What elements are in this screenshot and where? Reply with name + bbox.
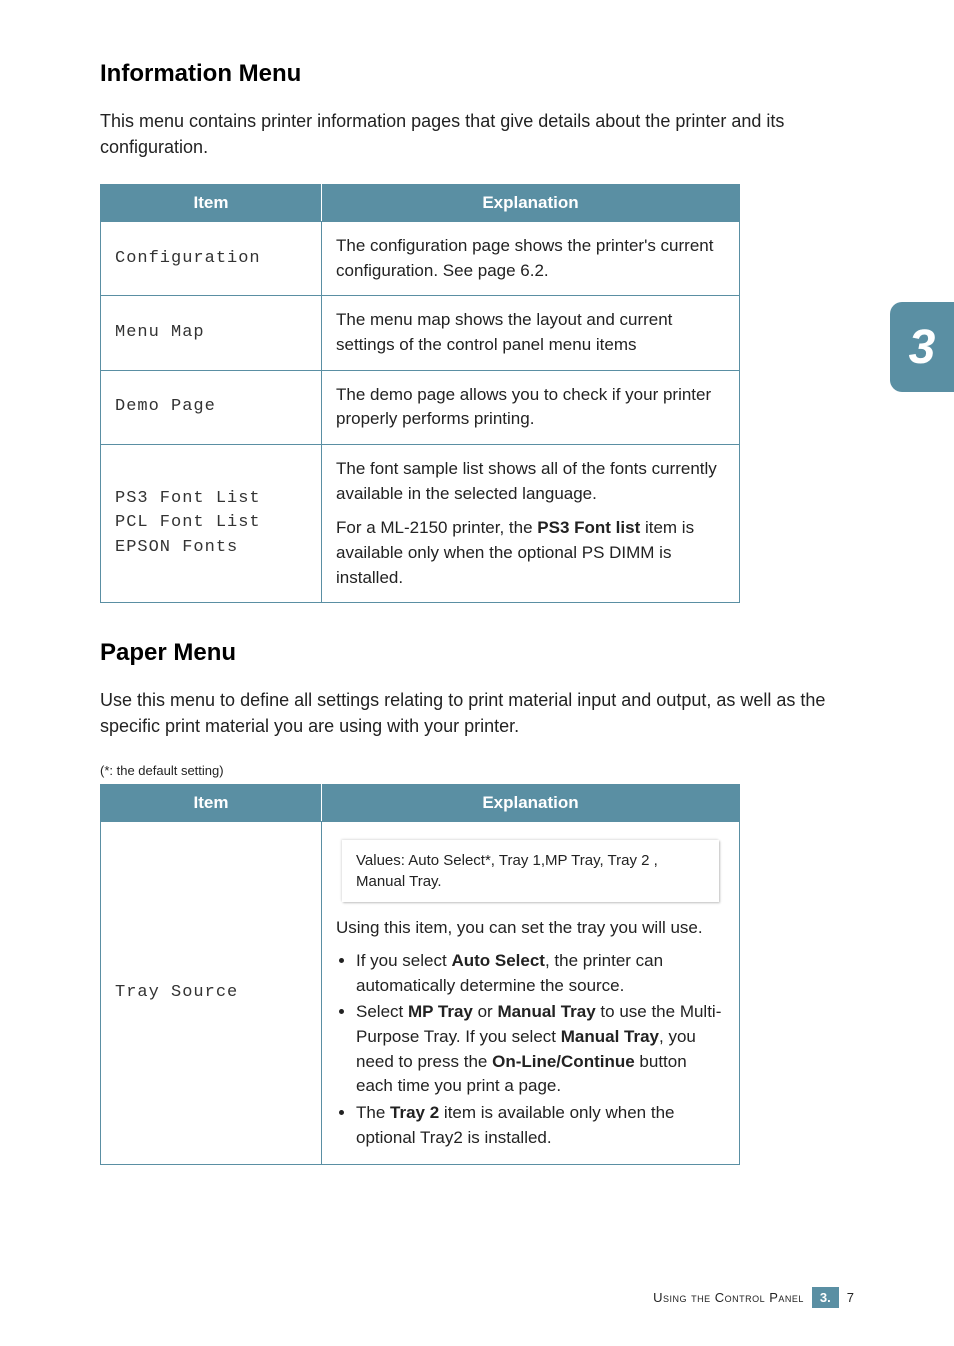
paper-menu-table: Item Explanation Tray Source Values: Aut…: [100, 784, 740, 1165]
tray-intro-text: Using this item, you can set the tray yo…: [336, 916, 725, 941]
bold-span: Manual Tray: [497, 1002, 595, 1021]
values-box: Values: Auto Select*, Tray 1,MP Tray, Tr…: [342, 840, 719, 902]
explanation-cell: Values: Auto Select*, Tray 1,MP Tray, Tr…: [322, 822, 740, 1165]
item-cell: PS3 Font List PCL Font List EPSON Fonts: [101, 445, 322, 603]
item-cell: Demo Page: [101, 370, 322, 444]
bold-span: On-Line/Continue: [492, 1052, 635, 1071]
table-row: Configuration The configuration page sho…: [101, 222, 740, 296]
text-span: The: [356, 1103, 390, 1122]
text-span: For a ML-2150 printer, the: [336, 518, 537, 537]
list-item: The Tray 2 item is available only when t…: [356, 1101, 725, 1150]
explanation-cell: The menu map shows the layout and curren…: [322, 296, 740, 370]
default-setting-note: (*: the default setting): [100, 763, 854, 778]
bold-span: Manual Tray: [561, 1027, 659, 1046]
explanation-cell: The font sample list shows all of the fo…: [322, 445, 740, 603]
col-item-header: Item: [101, 185, 322, 222]
information-menu-heading: Information Menu: [100, 60, 854, 88]
item-cell: Configuration: [101, 222, 322, 296]
font-list-para-1: The font sample list shows all of the fo…: [336, 457, 725, 506]
footer-chapter-box: 3.: [812, 1287, 839, 1308]
text-span: If you select: [356, 951, 451, 970]
tray-bullet-list: If you select Auto Select, the printer c…: [336, 949, 725, 1150]
item-cell: Tray Source: [101, 822, 322, 1165]
table-header-row: Item Explanation: [101, 185, 740, 222]
list-item: Select MP Tray or Manual Tray to use the…: [356, 1000, 725, 1099]
table-header-row: Item Explanation: [101, 785, 740, 822]
bold-span: Auto Select: [451, 951, 545, 970]
information-menu-lead: This menu contains printer information p…: [100, 108, 854, 160]
table-row: Tray Source Values: Auto Select*, Tray 1…: [101, 822, 740, 1165]
footer-label: Using the Control Panel: [653, 1290, 804, 1305]
col-explanation-header: Explanation: [322, 185, 740, 222]
text-span: or: [473, 1002, 498, 1021]
bold-span: PS3 Font list: [537, 518, 640, 537]
table-row: Menu Map The menu map shows the layout a…: [101, 296, 740, 370]
explanation-cell: The configuration page shows the printer…: [322, 222, 740, 296]
footer-page-number: 7: [847, 1290, 854, 1305]
bold-span: Tray 2: [390, 1103, 439, 1122]
document-page: 3 Information Menu This menu contains pr…: [0, 0, 954, 1346]
paper-menu-heading: Paper Menu: [100, 639, 854, 667]
bold-span: MP Tray: [408, 1002, 473, 1021]
paper-menu-lead: Use this menu to define all settings rel…: [100, 687, 854, 739]
page-footer: Using the Control Panel 3. 7: [653, 1287, 854, 1308]
table-row: Demo Page The demo page allows you to ch…: [101, 370, 740, 444]
col-explanation-header: Explanation: [322, 785, 740, 822]
chapter-tab: 3: [890, 302, 954, 392]
font-list-para-2: For a ML-2150 printer, the PS3 Font list…: [336, 516, 725, 590]
chapter-tab-number: 3: [909, 320, 936, 375]
col-item-header: Item: [101, 785, 322, 822]
explanation-cell: The demo page allows you to check if you…: [322, 370, 740, 444]
item-cell: Menu Map: [101, 296, 322, 370]
list-item: If you select Auto Select, the printer c…: [356, 949, 725, 998]
text-span: Select: [356, 1002, 408, 1021]
table-row: PS3 Font List PCL Font List EPSON Fonts …: [101, 445, 740, 603]
information-menu-table: Item Explanation Configuration The confi…: [100, 184, 740, 603]
